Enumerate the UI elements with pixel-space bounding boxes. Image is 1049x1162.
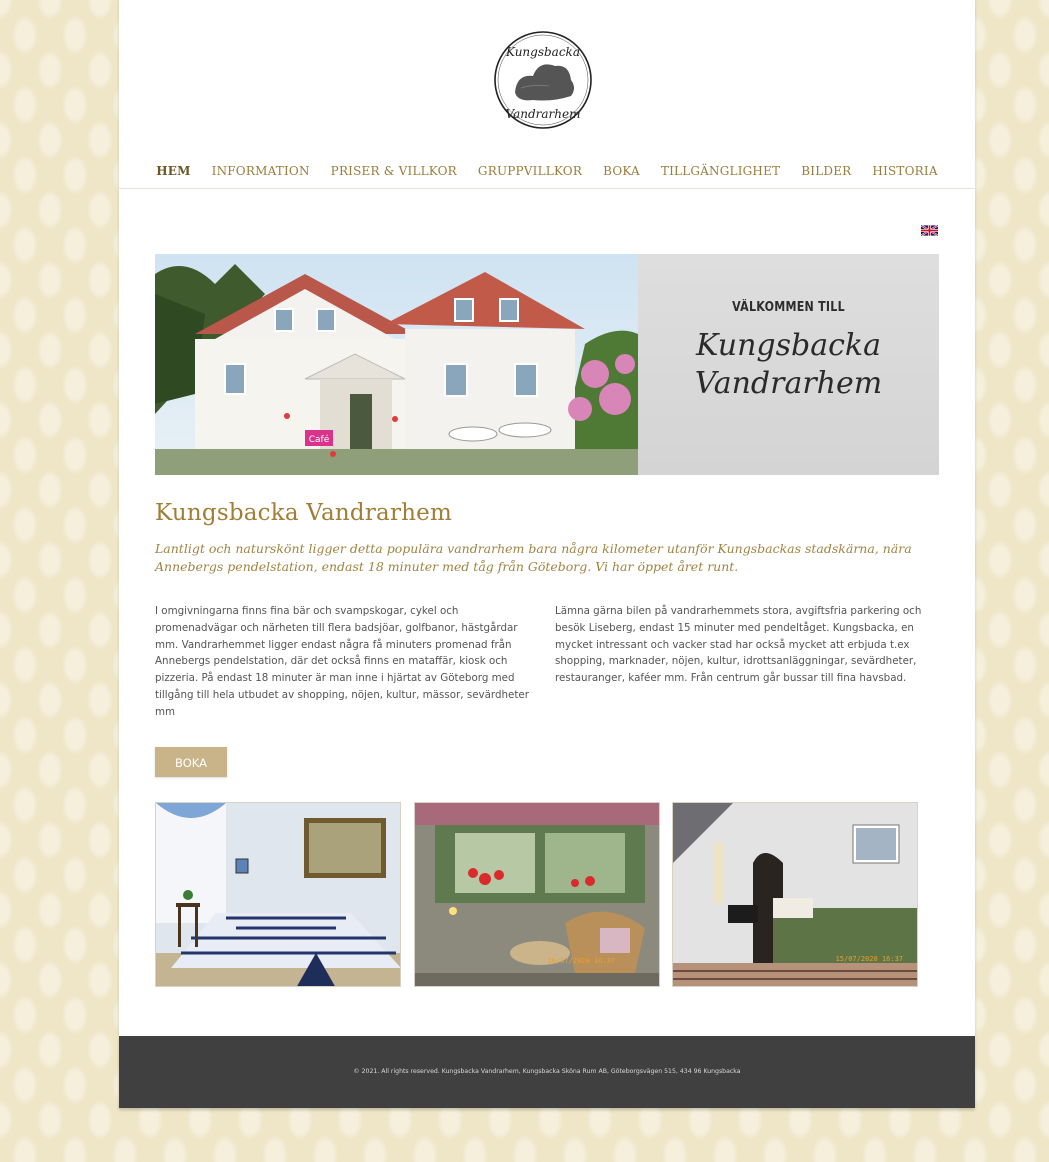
page-container: Kungsbacka Vandrarhem HEM INFORMATION PRIS… <box>119 0 975 1036</box>
site-logo[interactable]: Kungsbacka Vandrarhem <box>493 30 593 130</box>
book-button[interactable]: BOKA <box>155 747 227 777</box>
footer-copyright: © 2021. All rights reserved. Kungsbacka … <box>353 1068 741 1075</box>
text-column-left: I omgivningarna finns fina bär och svamp… <box>155 605 529 718</box>
nav-item-historia[interactable]: HISTORIA <box>862 162 948 188</box>
hero-banner: Café VÄLKOMMEN TILL Kungsbacka Vandrarhe… <box>155 254 939 475</box>
page-title: Kungsbacka Vandrarhem <box>155 500 452 526</box>
hero-welcome-line2: Vandrarhem <box>694 366 883 401</box>
svg-text:Kungsbacka: Kungsbacka <box>505 45 580 59</box>
svg-text:Vandrarhem: Vandrarhem <box>506 107 581 121</box>
gallery-photo-lounge[interactable]: 16/07/2020 16:37 <box>414 802 660 987</box>
photo-timestamp: 16/07/2020 16:37 <box>548 957 615 965</box>
gallery-photo-single-room[interactable]: 15/07/2020 16:37 <box>672 802 918 987</box>
nav-item-boka[interactable]: BOKA <box>593 162 651 188</box>
text-column-right: Lämna gärna bilen på vandrarhemmets stor… <box>555 605 922 685</box>
main-nav: HEM INFORMATION PRISER & VILLKOR GRUPPVILLK… <box>119 162 975 189</box>
nav-item-information[interactable]: INFORMATION <box>201 162 320 188</box>
cafe-sign: Café <box>309 434 330 445</box>
gallery-photo-double-room[interactable] <box>155 802 401 987</box>
site-footer: © 2021. All rights reserved. Kungsbacka … <box>119 1036 975 1108</box>
hero-welcome-line1: Kungsbacka <box>696 328 881 363</box>
nav-item-bilder[interactable]: BILDER <box>791 162 862 188</box>
hero-welcome-panel: VÄLKOMMEN TILL Kungsbacka Vandrarhem <box>638 254 939 475</box>
uk-flag-icon[interactable] <box>921 225 938 236</box>
hero-welcome-small: VÄLKOMMEN TILL <box>732 300 845 315</box>
photo-timestamp: 15/07/2020 16:37 <box>836 955 903 963</box>
hostel-building-photo: Café <box>155 254 638 475</box>
nav-item-tillgänglighet[interactable]: TILLGÄNGLIGHET <box>650 162 790 188</box>
nav-item-priser-villkor[interactable]: PRISER & VILLKOR <box>320 162 467 188</box>
nav-item-hem[interactable]: HEM <box>146 162 201 188</box>
nav-item-gruppvillkor[interactable]: GRUPPVILLKOR <box>467 162 592 188</box>
intro-lead: Lantligt och naturskönt ligger detta pop… <box>155 541 912 574</box>
